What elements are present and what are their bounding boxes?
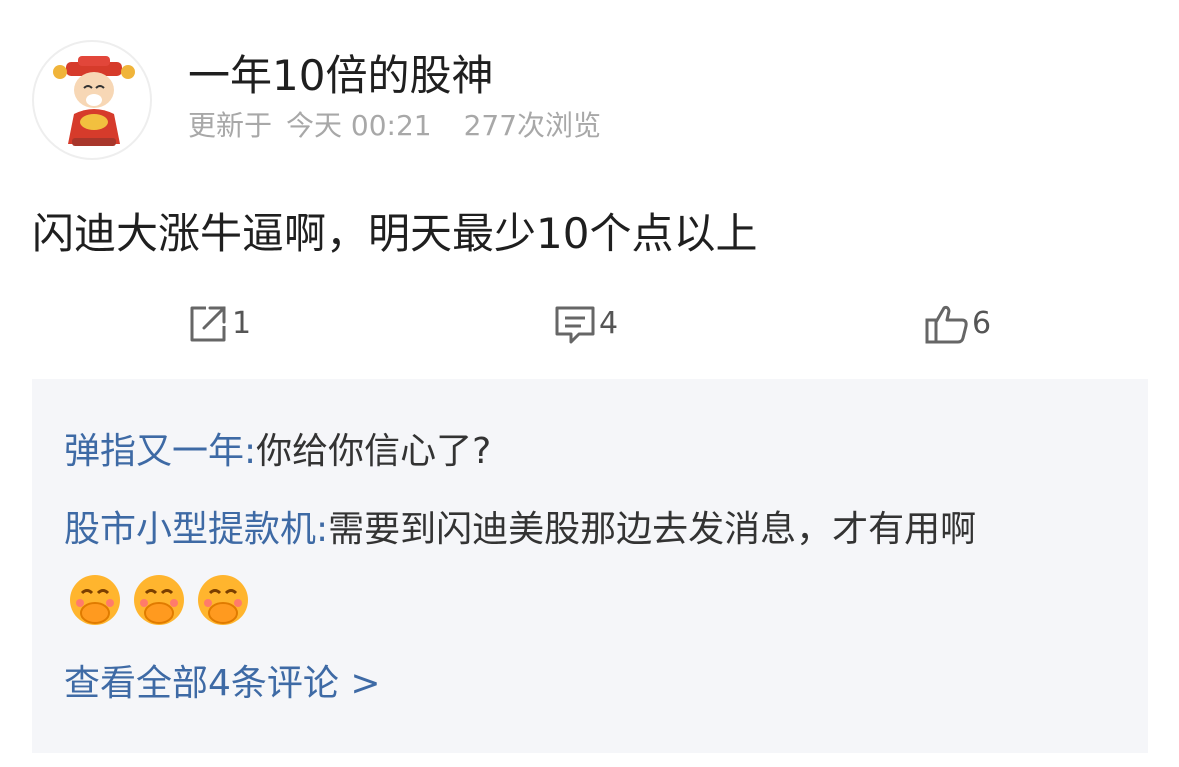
comment-text: 你给你信心了? <box>256 431 492 472</box>
comment-button[interactable]: 4 <box>553 296 618 352</box>
covering-mouth-emoji-icon <box>134 575 184 625</box>
comment-icon <box>555 306 595 344</box>
caishen-avatar-icon <box>53 56 135 146</box>
avatar[interactable] <box>32 40 152 160</box>
comment-text: 需要到闪迪美股那边去发消息，才有用啊 <box>328 509 977 550</box>
post-body: 闪迪大涨牛逼啊，明天最少10个点以上 <box>32 209 758 258</box>
updated-time: 今天 00:21 <box>286 109 432 142</box>
post-actions: 1 4 6 <box>0 296 1179 352</box>
updated-label: 更新于 <box>188 109 273 142</box>
share-icon <box>190 306 226 342</box>
post-header: 一年10倍的股神 更新于 今天 00:21 277次浏览 <box>32 40 1132 160</box>
covering-mouth-emoji-icon <box>70 575 120 625</box>
share-count: 1 <box>232 306 252 341</box>
comment-item[interactable]: 弹指又一年:你给你信心了? <box>64 427 491 477</box>
share-button[interactable]: 1 <box>186 296 251 352</box>
comment-item[interactable]: 股市小型提款机:需要到闪迪美股那边去发消息，才有用啊 <box>64 505 976 555</box>
view-count: 277次浏览 <box>463 109 602 142</box>
like-button[interactable]: 6 <box>924 296 991 352</box>
view-all-comments-link[interactable]: 查看全部4条评论 > <box>64 659 381 709</box>
comments-panel: 弹指又一年:你给你信心了? 股市小型提款机:需要到闪迪美股那边去发消息，才有用啊… <box>32 379 1148 753</box>
comment-count: 4 <box>599 306 619 341</box>
like-icon <box>925 305 968 344</box>
comment-author[interactable]: 股市小型提款机: <box>64 509 328 550</box>
post-meta: 更新于 今天 00:21 277次浏览 <box>188 106 615 146</box>
author-name[interactable]: 一年10倍的股神 <box>188 48 493 104</box>
comment-emojis <box>68 573 250 629</box>
comment-author[interactable]: 弹指又一年: <box>64 431 256 472</box>
covering-mouth-emoji-icon <box>198 575 248 625</box>
like-count: 6 <box>972 306 992 341</box>
